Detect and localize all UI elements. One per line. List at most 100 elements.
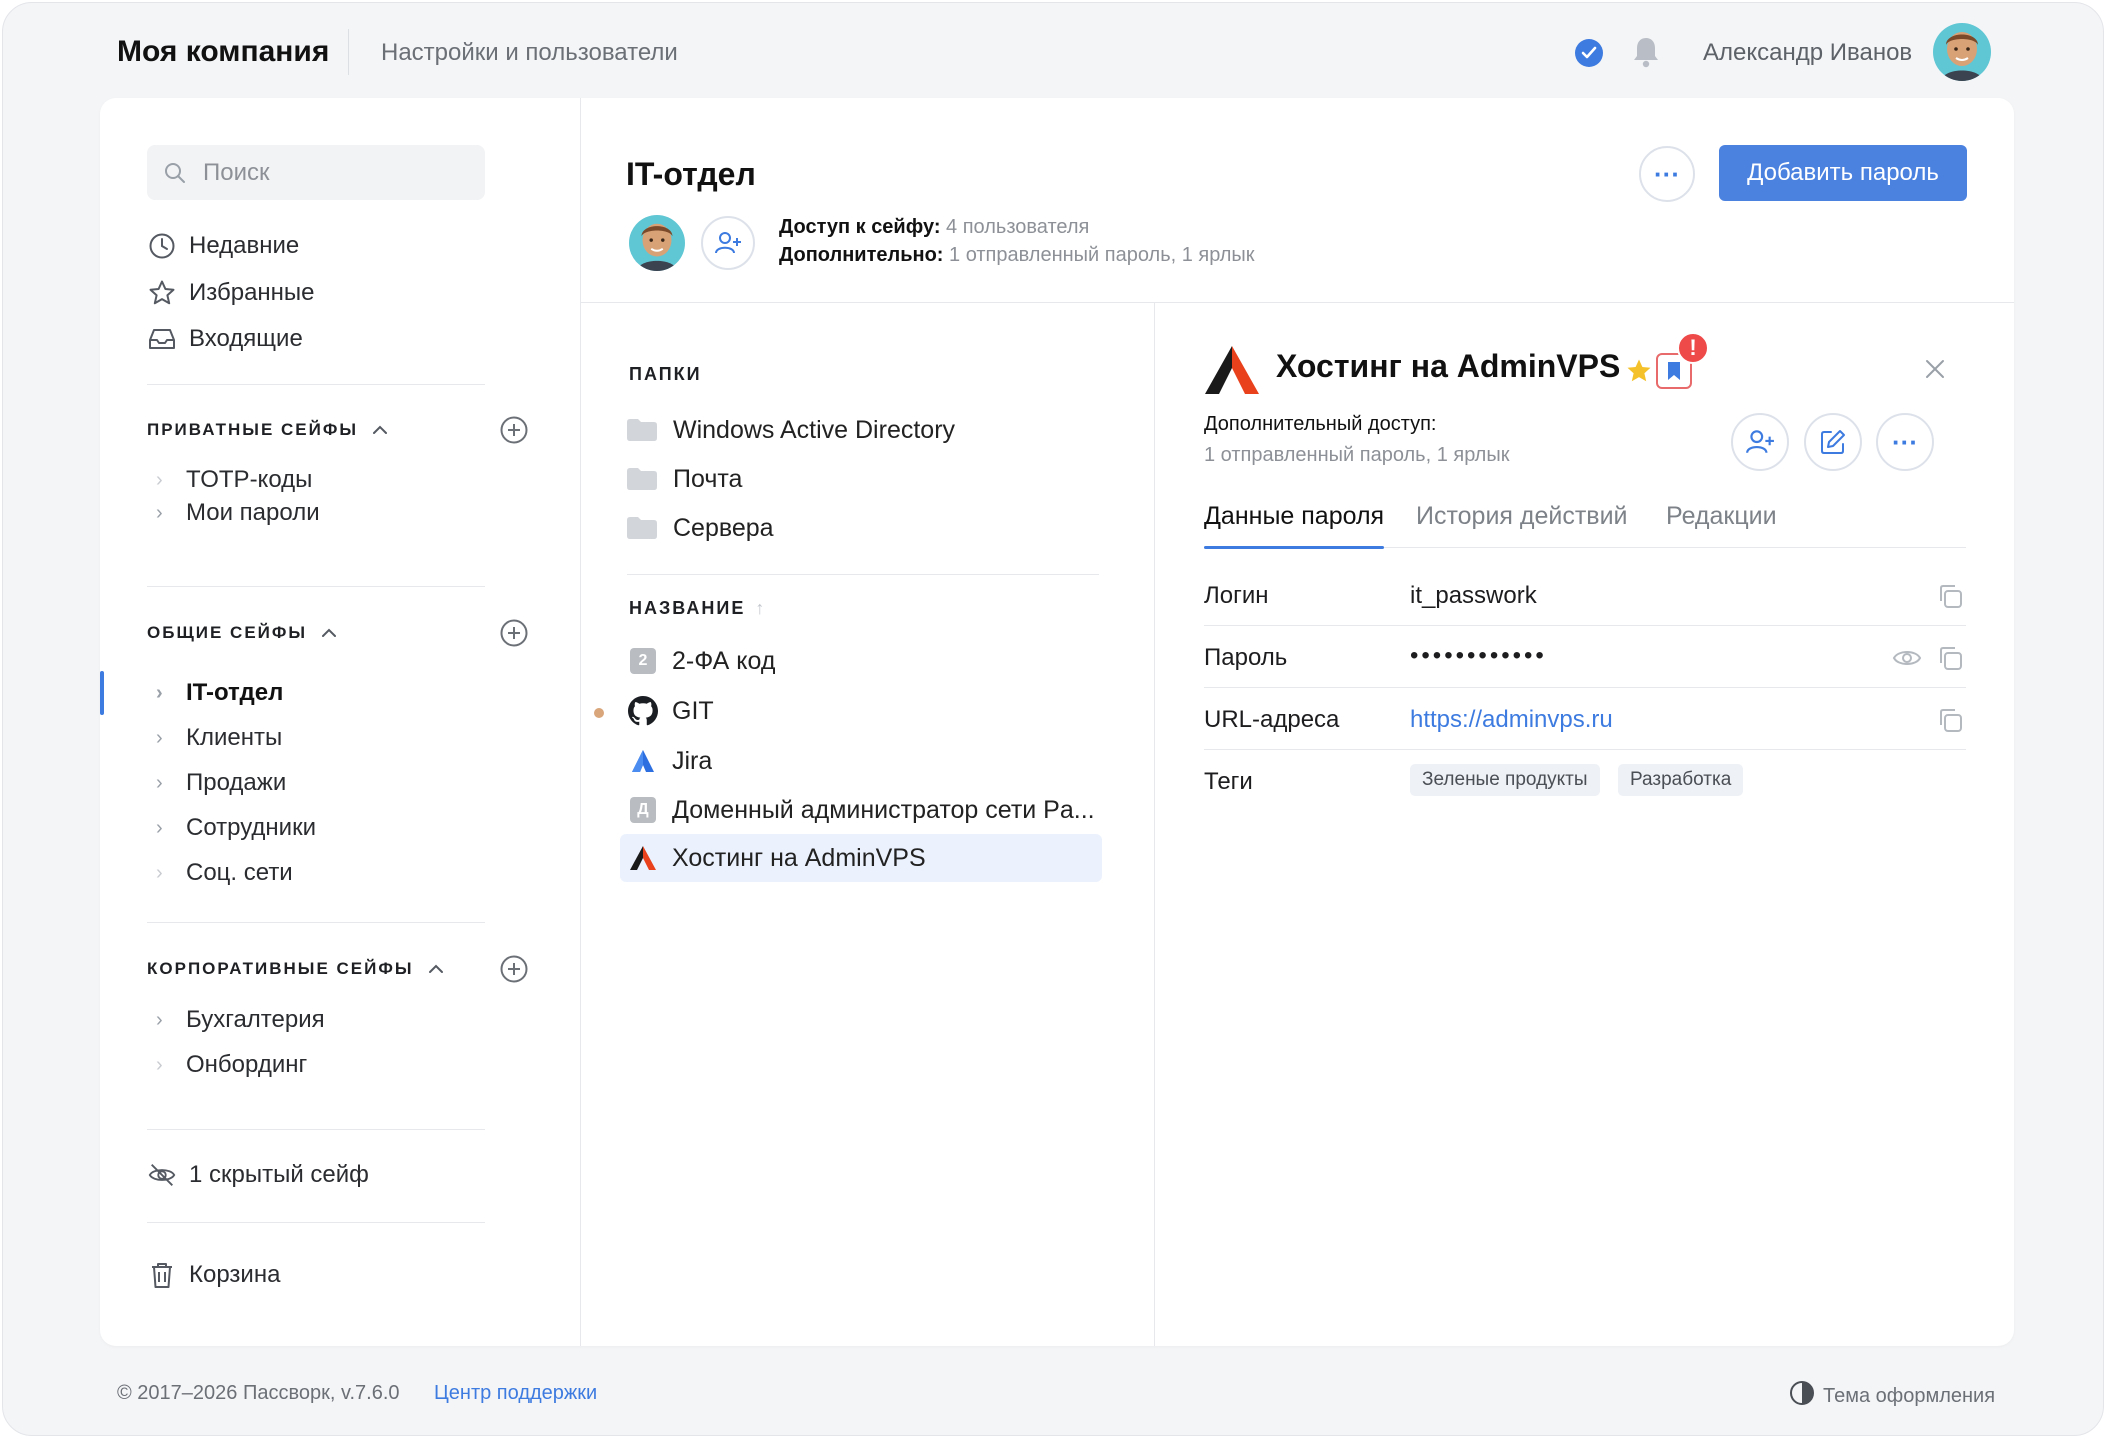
sidebar-item-favorites[interactable]: Избранные <box>147 275 315 311</box>
top-bar: Моя компания Настройки и пользователи Ал… <box>3 3 2103 99</box>
sidebar-divider <box>580 98 581 1346</box>
chevron-right-icon[interactable]: › <box>156 817 186 840</box>
sidebar-item-it-dept[interactable]: › IT-отдел <box>156 676 283 710</box>
company-name[interactable]: Моя компания <box>117 35 329 69</box>
sidebar-item-totp[interactable]: › TOTP-коды <box>156 463 312 497</box>
alert-badge[interactable]: ! <box>1677 332 1709 364</box>
tag-badge[interactable]: Зеленые продукты <box>1410 764 1600 796</box>
tags-field: Теги Зеленые продукты Разработка <box>1204 750 1966 812</box>
support-link[interactable]: Центр поддержки <box>434 1382 597 1405</box>
inbox-icon <box>147 324 177 354</box>
sidebar-item-accounting[interactable]: › Бухгалтерия <box>156 1003 325 1037</box>
top-divider <box>348 29 349 75</box>
sidebar-item-onboarding[interactable]: › Онбординг <box>156 1048 307 1082</box>
add-shared-vault-button[interactable] <box>499 618 529 648</box>
adminvps-logo-icon <box>1204 344 1260 401</box>
password-field: Пароль •••••••••••• <box>1204 626 1966 688</box>
sidebar-item-clients[interactable]: › Клиенты <box>156 721 282 755</box>
chevron-right-icon[interactable]: › <box>156 682 186 705</box>
plus-circle-icon <box>500 955 528 983</box>
sidebar-item-inbox[interactable]: Входящие <box>147 321 303 357</box>
star-icon <box>147 278 177 308</box>
sidebar-item-my-passwords[interactable]: › Мои пароли <box>156 496 320 530</box>
chevron-right-icon[interactable]: › <box>156 727 186 750</box>
search-box[interactable] <box>147 145 485 200</box>
entry-more-button[interactable]: ··· <box>1876 413 1934 471</box>
trash-link[interactable]: Корзина <box>147 1257 280 1293</box>
sidebar-item-label: Входящие <box>189 325 303 352</box>
main-card: Недавние Избранные Входящие ПРИВАТНЫЕ СЕ… <box>100 98 2014 1346</box>
chevron-up-icon[interactable] <box>321 623 337 643</box>
active-indicator <box>100 671 104 715</box>
hidden-vaults-link[interactable]: 1 скрытый сейф <box>147 1157 369 1193</box>
chevron-up-icon[interactable] <box>428 959 444 979</box>
app-frame: Моя компания Настройки и пользователи Ал… <box>2 2 2104 1436</box>
add-private-vault-button[interactable] <box>499 415 529 445</box>
jira-icon <box>628 746 658 776</box>
eye-off-icon <box>147 1160 177 1190</box>
tag-badge[interactable]: Разработка <box>1618 764 1744 796</box>
copy-icon[interactable] <box>1936 644 1964 677</box>
avatar[interactable] <box>1933 23 1991 81</box>
section-corporate-vaults[interactable]: КОРПОРАТИВНЫЕ СЕЙФЫ <box>147 954 444 984</box>
vault-extra: Дополнительно: 1 отправленный пароль, 1 … <box>779 244 1255 267</box>
list-divider <box>627 574 1099 575</box>
chevron-right-icon: › <box>156 861 163 884</box>
section-shared-vaults[interactable]: ОБЩИЕ СЕЙФЫ <box>147 618 337 648</box>
sidebar-item-recent[interactable]: Недавние <box>147 228 299 264</box>
section-private-vaults[interactable]: ПРИВАТНЫЕ СЕЙФЫ <box>147 415 388 445</box>
letter-icon: 2 <box>628 646 658 676</box>
add-member-button[interactable] <box>701 216 755 270</box>
list-item[interactable]: 2 2-ФА код <box>620 637 1102 685</box>
search-input[interactable] <box>203 145 473 200</box>
chevron-right-icon[interactable]: › <box>156 772 186 795</box>
theme-toggle[interactable]: Тема оформления <box>1789 1380 1995 1412</box>
chevron-up-icon[interactable] <box>372 420 388 440</box>
copy-icon[interactable] <box>1936 582 1964 615</box>
edit-icon <box>1821 430 1845 454</box>
folder-label: Сервера <box>673 513 774 542</box>
folder-label: Windows Active Directory <box>673 415 956 444</box>
close-icon[interactable] <box>1922 356 1948 382</box>
list-item-selected[interactable]: Хостинг на AdminVPS <box>620 834 1102 882</box>
tab-history[interactable]: История действий <box>1416 502 1628 548</box>
sidebar-item-label: IT-отдел <box>186 679 284 706</box>
chevron-right-icon[interactable]: › <box>156 502 186 525</box>
list-divider <box>1154 303 1155 1346</box>
sort-arrow-icon[interactable]: ↑ <box>755 598 764 619</box>
list-item[interactable]: Jira <box>620 737 1102 785</box>
sidebar-item-social[interactable]: › Соц. сети <box>156 856 293 890</box>
tab-revisions[interactable]: Редакции <box>1666 502 1777 548</box>
sidebar-item-employees[interactable]: › Сотрудники <box>156 811 316 845</box>
sidebar-item-label: Корзина <box>189 1261 281 1288</box>
bell-icon[interactable] <box>1630 35 1662 74</box>
letter-icon: Д <box>628 795 658 825</box>
eye-icon[interactable] <box>1892 646 1922 675</box>
edit-button[interactable] <box>1804 413 1862 471</box>
github-icon <box>628 696 658 726</box>
copy-icon[interactable] <box>1936 706 1964 739</box>
vault-member-avatar[interactable] <box>629 215 685 271</box>
favorite-star-icon[interactable] <box>1625 357 1653 390</box>
name-sort-header[interactable]: НАЗВАНИЕ ↑ <box>629 598 764 619</box>
login-value[interactable]: it_passwork <box>1410 582 1537 610</box>
settings-link[interactable]: Настройки и пользователи <box>381 39 678 67</box>
list-item[interactable]: Д Доменный администратор сети Pa... <box>620 786 1102 834</box>
share-button[interactable] <box>1731 413 1789 471</box>
url-link[interactable]: https://adminvps.ru <box>1410 706 1613 734</box>
verified-icon[interactable] <box>1575 39 1603 67</box>
section-divider <box>147 384 485 385</box>
folder-item[interactable]: Windows Active Directory <box>627 412 955 448</box>
user-name[interactable]: Александр Иванов <box>1703 39 1912 67</box>
folder-item[interactable]: Сервера <box>627 510 774 546</box>
password-value[interactable]: •••••••••••• <box>1410 642 1547 670</box>
chevron-right-icon[interactable]: › <box>156 1009 186 1032</box>
add-password-button[interactable]: Добавить пароль <box>1719 145 1967 201</box>
folder-item[interactable]: Почта <box>627 461 742 497</box>
vault-more-button[interactable]: ··· <box>1639 146 1695 202</box>
sidebar-item-sales[interactable]: › Продажи <box>156 766 286 800</box>
list-item[interactable]: GIT <box>620 687 1102 735</box>
tab-password-data[interactable]: Данные пароля <box>1204 502 1385 549</box>
add-corporate-vault-button[interactable] <box>499 954 529 984</box>
field-label: Логин <box>1204 582 1269 609</box>
